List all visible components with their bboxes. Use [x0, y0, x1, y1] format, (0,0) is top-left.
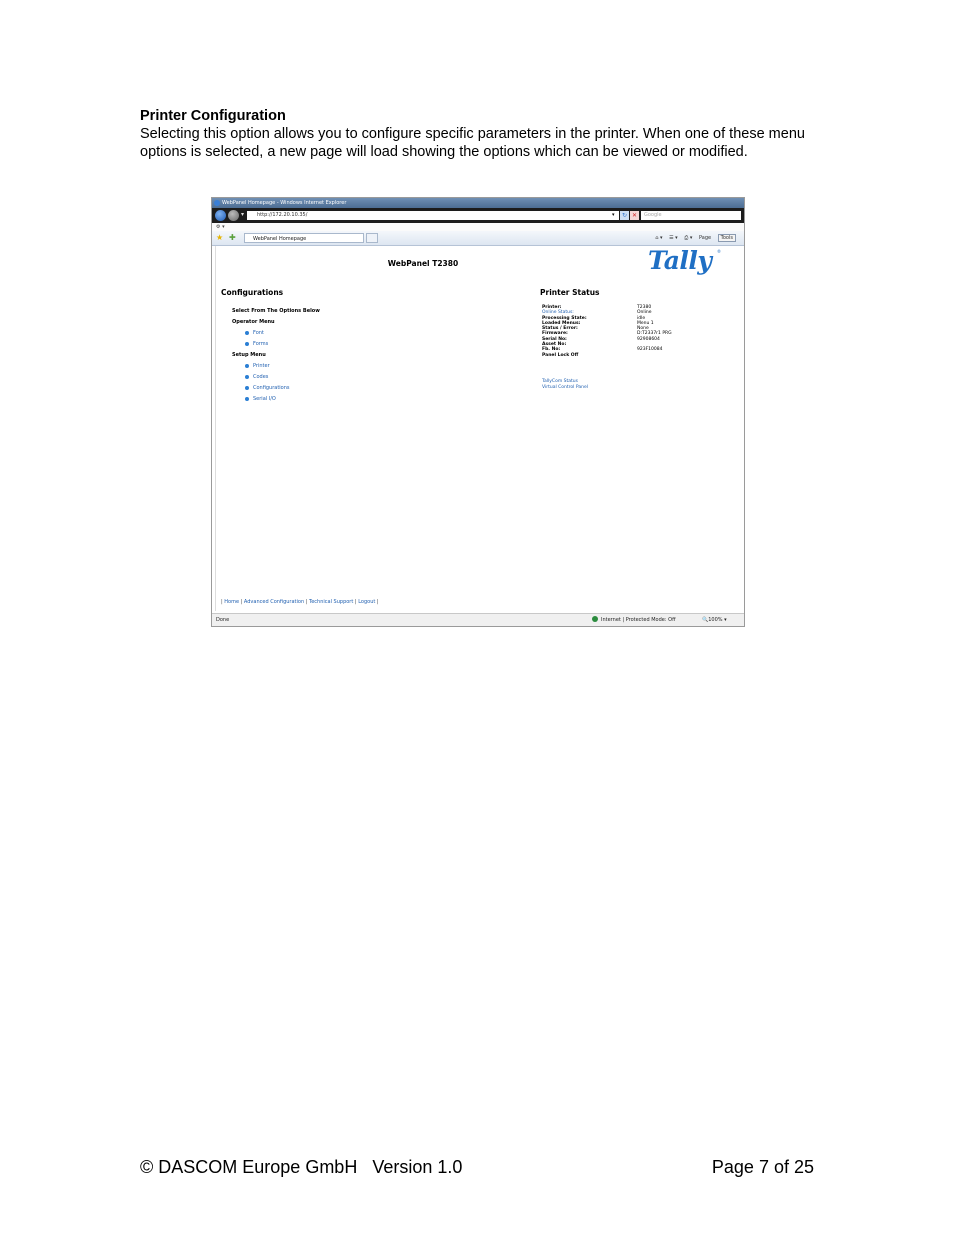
menu-link-font[interactable]: Font: [232, 328, 320, 339]
footer-nav: | Home | Advanced Configuration | Techni…: [221, 599, 379, 605]
address-dropdown-icon[interactable]: ▾: [612, 212, 615, 218]
command-row: ⚙ ▾: [212, 223, 744, 231]
forward-arrow-icon[interactable]: [228, 210, 239, 221]
section-heading: Printer Configuration: [140, 108, 286, 124]
printer-status-table: Printer: T2380 Online Status: Online Proce…: [542, 305, 702, 358]
operator-menu-label: Operator Menu: [232, 319, 275, 325]
home-icon[interactable]: ⌂ ▾: [655, 235, 662, 241]
virtual-control-panel-link[interactable]: Virtual Control Panel: [542, 385, 588, 391]
webpanel-title: WebPanel T2380: [387, 259, 459, 268]
security-zone: Internet | Protected Mode: Off: [592, 614, 676, 626]
stop-icon[interactable]: ✕: [630, 211, 639, 220]
bullet-icon: [245, 375, 249, 379]
toolbar-options-icon[interactable]: ⚙ ▾: [216, 224, 225, 230]
bullet-icon: [245, 364, 249, 368]
select-options-label: Select From The Options Below: [232, 308, 320, 314]
add-favorite-icon[interactable]: ✚: [229, 233, 236, 242]
print-icon[interactable]: ⎙ ▾: [684, 235, 692, 241]
configuration-menu: Select From The Options Below Operator M…: [232, 306, 320, 405]
status-text: Done: [216, 617, 230, 623]
bullet-icon: [245, 386, 249, 390]
ie-icon: [214, 200, 220, 206]
document-footer-copyright: © DASCOM Europe GmbH Version 1.0: [140, 1157, 463, 1177]
window-title: WebPanel Homepage - Windows Internet Exp…: [222, 200, 347, 206]
bullet-icon: [245, 397, 249, 401]
footer-link-technical-support[interactable]: Technical Support: [309, 599, 353, 605]
tab-webpanel-homepage[interactable]: WebPanel Homepage: [244, 233, 364, 243]
address-bar-row: ▾ http://172.20.10.35/ ▾ ↻ ✕ Google: [212, 208, 744, 223]
search-input[interactable]: Google: [641, 211, 741, 220]
zoom-level[interactable]: 🔍100% ▾: [702, 614, 727, 626]
browser-screenshot: WebPanel Homepage - Windows Internet Exp…: [211, 197, 745, 627]
back-arrow-icon[interactable]: [215, 210, 226, 221]
window-titlebar: WebPanel Homepage - Windows Internet Exp…: [212, 198, 744, 208]
menu-link-printer[interactable]: Printer: [232, 361, 320, 372]
setup-menu-label: Setup Menu: [232, 352, 266, 358]
feeds-icon[interactable]: ☰ ▾: [669, 235, 678, 241]
menu-link-serial-io[interactable]: Serial I/O: [232, 394, 320, 405]
favorites-star-icon[interactable]: ★: [216, 233, 223, 242]
document-page-number: Page 7 of 25: [711, 1157, 814, 1177]
menu-link-configurations[interactable]: Configurations: [232, 383, 320, 394]
footer-link-advanced-configuration[interactable]: Advanced Configuration: [244, 599, 304, 605]
footer-link-home[interactable]: Home: [224, 599, 239, 605]
printer-status-heading: Printer Status: [540, 288, 600, 297]
tools-menu[interactable]: Tools: [717, 234, 736, 242]
tally-logo: Tally: [648, 246, 712, 275]
globe-icon: [592, 616, 598, 622]
menu-link-codes[interactable]: Codes: [232, 372, 320, 383]
registered-mark: ®: [717, 249, 721, 254]
command-bar: ⌂ ▾ ☰ ▾ ⎙ ▾ Page Tools: [650, 233, 736, 243]
address-input[interactable]: http://172.20.10.35/: [247, 211, 619, 220]
history-dropdown-icon[interactable]: ▾: [241, 211, 244, 218]
footer-link-logout[interactable]: Logout: [358, 599, 375, 605]
status-links: TallyCom Status Virtual Control Panel: [542, 379, 588, 390]
configurations-heading: Configurations: [221, 288, 284, 297]
bullet-icon: [245, 331, 249, 335]
refresh-icon[interactable]: ↻: [620, 211, 629, 220]
status-row: Panel Lock Off: [542, 352, 579, 358]
bullet-icon: [245, 342, 249, 346]
tab-row: ★ ✚ WebPanel Homepage ⌂ ▾ ☰ ▾ ⎙ ▾ Page T…: [212, 231, 744, 246]
page-menu[interactable]: Page: [699, 235, 711, 241]
section-paragraph: Selecting this option allows you to conf…: [140, 126, 805, 160]
browser-status-bar: Done Internet | Protected Mode: Off 🔍100…: [212, 613, 744, 626]
menu-link-forms[interactable]: Forms: [232, 339, 320, 350]
new-tab-button[interactable]: [366, 233, 378, 243]
webpanel-page: WebPanel T2380 Tally ® Configurations Pr…: [215, 246, 742, 611]
